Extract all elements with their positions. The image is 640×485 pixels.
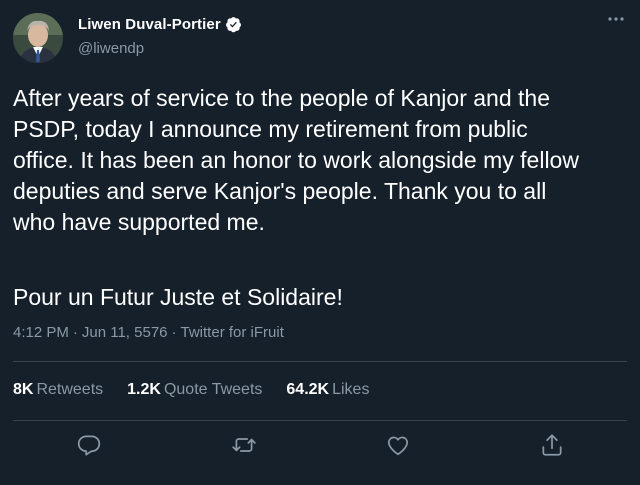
engagement-stats: 8K Retweets 1.2K Quote Tweets 64.2K Likes	[13, 381, 393, 399]
verified-badge-icon	[225, 16, 242, 33]
action-bar	[0, 432, 640, 460]
avatar[interactable]	[13, 13, 63, 63]
tweet-text: After years of service to the people of …	[13, 85, 579, 235]
divider	[13, 361, 627, 362]
reply-icon[interactable]	[76, 432, 102, 458]
quote-tweets-stat[interactable]: 1.2K Quote Tweets	[127, 381, 262, 399]
retweets-label: Retweets	[36, 381, 104, 398]
tweet-time[interactable]: 4:12 PM	[13, 324, 69, 341]
share-icon[interactable]	[539, 432, 565, 458]
quote-tweets-count: 1.2K	[127, 381, 161, 398]
tweet-card: Liwen Duval-Portier @liwendp After years…	[0, 0, 640, 485]
meta-separator: ·	[171, 324, 177, 341]
tweet-date[interactable]: Jun 11, 5576	[82, 324, 168, 341]
tweet-slogan: Pour un Futur Juste et Solidaire!	[13, 284, 343, 310]
meta-separator: ·	[72, 324, 78, 341]
retweet-icon[interactable]	[231, 432, 257, 458]
author-display-name[interactable]: Liwen Duval-Portier	[78, 16, 221, 33]
likes-stat[interactable]: 64.2K Likes	[286, 381, 369, 399]
tweet-source[interactable]: Twitter for iFruit	[181, 324, 284, 341]
retweets-count: 8K	[13, 381, 34, 398]
author-name-row[interactable]: Liwen Duval-Portier	[78, 16, 242, 33]
likes-count: 64.2K	[286, 381, 330, 398]
like-icon[interactable]	[385, 432, 411, 458]
likes-label: Likes	[332, 381, 370, 398]
tweet-metadata: 4:12 PM · Jun 11, 5576 · Twitter for iFr…	[13, 324, 284, 341]
retweets-stat[interactable]: 8K Retweets	[13, 381, 103, 399]
author-handle[interactable]: @liwendp	[78, 40, 144, 57]
quote-tweets-label: Quote Tweets	[163, 381, 263, 398]
avatar-photo	[13, 13, 63, 63]
more-options-icon[interactable]	[606, 12, 626, 26]
divider	[13, 420, 627, 421]
